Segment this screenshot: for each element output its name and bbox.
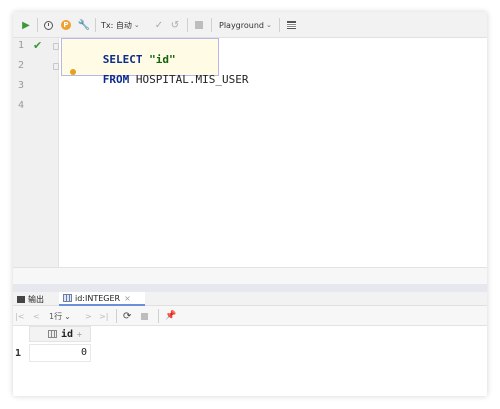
column-name: id <box>61 328 74 340</box>
tab-output-label: 输出 <box>28 294 44 304</box>
stop-button[interactable] <box>141 306 153 326</box>
table-icon <box>63 294 72 302</box>
console-icon <box>17 295 25 303</box>
next-icon: > <box>85 311 92 321</box>
line-number: 1 <box>18 40 25 51</box>
profile-button[interactable]: P <box>59 12 73 38</box>
sql-identifier: HOSPITAL.MIS_USER <box>135 73 249 86</box>
tx-mode-dropdown[interactable]: Tx: 自动 ⌄ <box>101 12 153 38</box>
prev-page-button[interactable]: < <box>33 306 43 326</box>
line-number: 4 <box>18 100 25 111</box>
rows-label: 1行 <box>49 311 63 321</box>
intention-bulb-icon[interactable] <box>70 69 76 75</box>
column-icon <box>48 330 57 338</box>
line-number: 2 <box>18 60 25 71</box>
undo-icon: ↺ <box>170 19 180 31</box>
toolbar-separator <box>187 18 188 32</box>
tx-label: Tx: 自动 <box>101 20 132 30</box>
pin-icon: 📌 <box>165 311 177 321</box>
result-toolbar: |< < 1行 ⌄ > >| ⟳ 📌 <box>13 306 487 326</box>
editor-gutter: 1 ✔ 2 3 4 <box>13 38 59 267</box>
first-page-icon: |< <box>15 311 25 321</box>
check-icon: ✔ <box>33 39 43 52</box>
chevron-down-icon: ⌄ <box>266 21 272 29</box>
playground-dropdown[interactable]: Playground ⌄ <box>219 12 281 38</box>
last-page-button[interactable]: >| <box>99 306 111 326</box>
table-cell[interactable]: 0 <box>29 344 91 362</box>
result-tabs: 输出 id:INTEGER × <box>13 292 487 306</box>
toolbar-separator <box>37 18 38 32</box>
prev-icon: < <box>33 311 40 321</box>
editor-footer <box>13 267 487 284</box>
play-icon: ▶ <box>22 19 30 31</box>
toolbar-separator <box>158 309 159 323</box>
mode-label: Playground <box>219 20 264 30</box>
reload-button[interactable]: ⟳ <box>123 306 135 326</box>
fold-marker-icon[interactable] <box>53 43 59 50</box>
sql-editor[interactable]: 1 ✔ 2 3 4 SELECT "id" FROM HOSPITAL.MIS_… <box>13 38 487 267</box>
commit-button[interactable]: ✓ <box>153 12 165 38</box>
toolbar-separator <box>95 18 96 32</box>
first-page-button[interactable]: |< <box>15 306 25 326</box>
sql-console-window: ▶ P 🔧 Tx: 自动 ⌄ ✓ ↺ Playground ⌄ 1 ✔ 2 3 … <box>13 12 487 396</box>
last-page-icon: >| <box>99 311 109 321</box>
pin-button[interactable]: 📌 <box>165 306 177 326</box>
tab-result-label: id:INTEGER <box>75 293 121 303</box>
toolbar-separator <box>211 18 212 32</box>
clock-icon <box>43 20 53 30</box>
table-icon <box>286 21 296 29</box>
toolbar-separator <box>116 309 117 323</box>
close-icon[interactable]: × <box>124 294 131 303</box>
chevron-down-icon: ⌄ <box>64 311 71 321</box>
code-line-2[interactable]: FROM HOSPITAL.MIS_USER <box>63 60 249 99</box>
tab-output[interactable]: 输出 <box>17 292 57 306</box>
stop-button[interactable] <box>193 12 205 38</box>
check-icon: ✓ <box>154 19 164 31</box>
sql-keyword: FROM <box>102 73 130 86</box>
stop-icon <box>195 21 203 29</box>
stop-icon <box>141 312 148 320</box>
table-view-button[interactable] <box>285 12 297 38</box>
result-grid: id ÷ 1 0 <box>13 326 487 396</box>
settings-button[interactable]: 🔧 <box>77 12 91 38</box>
history-button[interactable] <box>41 12 55 38</box>
tab-result[interactable]: id:INTEGER × <box>59 292 145 306</box>
next-page-button[interactable]: > <box>85 306 95 326</box>
line-number: 3 <box>18 80 25 91</box>
sort-icon[interactable]: ÷ <box>77 330 82 339</box>
editor-toolbar: ▶ P 🔧 Tx: 自动 ⌄ ✓ ↺ Playground ⌄ <box>13 12 487 38</box>
run-button[interactable]: ▶ <box>19 12 33 38</box>
row-number: 1 <box>15 348 22 359</box>
wrench-icon: 🔧 <box>77 19 91 31</box>
toolbar-separator <box>279 18 280 32</box>
rollback-button[interactable]: ↺ <box>169 12 181 38</box>
fold-marker-icon[interactable] <box>53 63 59 70</box>
p-badge-icon: P <box>61 20 71 30</box>
refresh-icon: ⟳ <box>123 310 132 322</box>
panel-splitter[interactable] <box>13 284 487 292</box>
column-header-id[interactable]: id ÷ <box>29 326 91 342</box>
chevron-down-icon: ⌄ <box>133 21 140 29</box>
rows-dropdown[interactable]: 1行 ⌄ <box>49 306 89 326</box>
